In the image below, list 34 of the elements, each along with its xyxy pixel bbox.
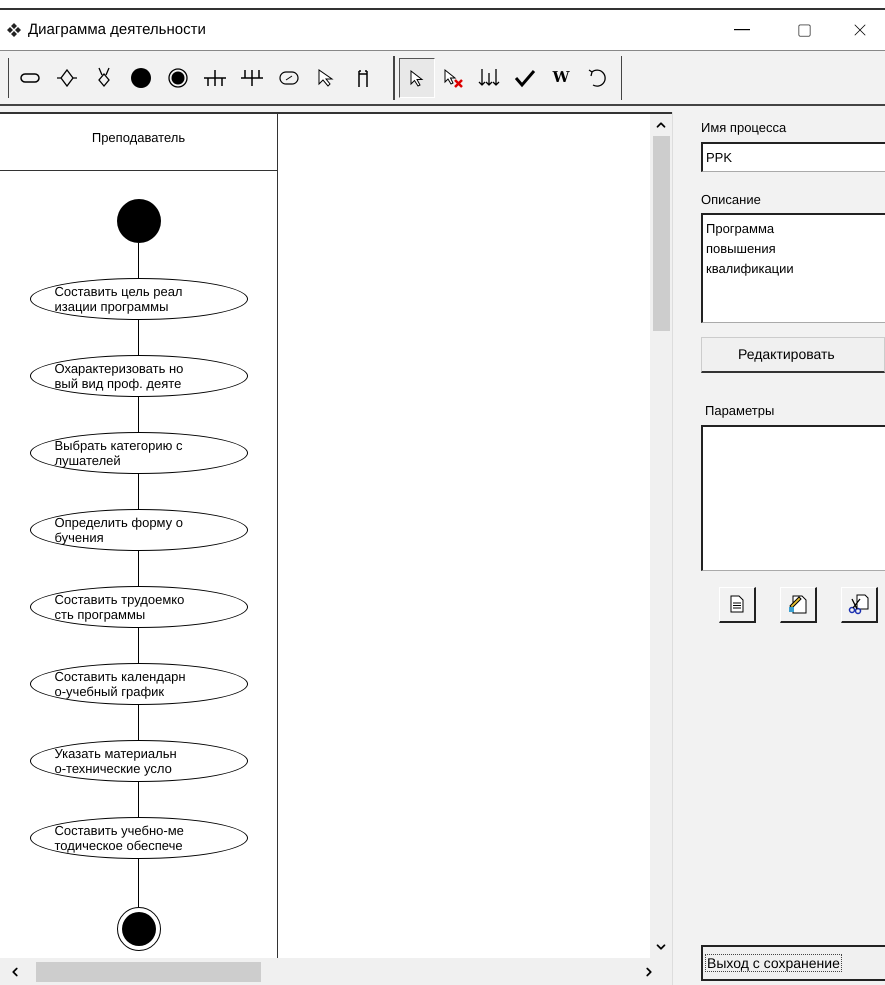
new-document-button[interactable] (719, 586, 756, 622)
parameters-list[interactable] (701, 424, 885, 570)
process-name-field[interactable]: PPK (701, 142, 885, 172)
scroll-thumb[interactable] (652, 136, 670, 331)
description-field[interactable]: Программа повышения квалификации (701, 213, 885, 323)
field-label: Описание (701, 190, 762, 208)
activity-node: Охарактеризовать но вый вид проф. деяте (30, 355, 248, 397)
edit-button[interactable]: Редактировать (701, 337, 885, 373)
scroll-thumb[interactable] (36, 962, 261, 982)
field-label: Параметры (705, 402, 776, 420)
field-label: Имя процесса (701, 119, 788, 137)
app-icon (6, 22, 22, 38)
maximize-icon (796, 22, 812, 38)
document-pencil-icon (787, 593, 809, 615)
document-icon (730, 595, 744, 613)
window-title: Диаграмма деятельности (28, 20, 206, 40)
save-exit-button[interactable]: Выход с сохранение (701, 945, 885, 981)
edit-document-button[interactable] (780, 586, 817, 622)
tool-button[interactable] (399, 58, 435, 98)
bold-letter-icon: W (552, 66, 570, 89)
activity-node: Указать материальн о-технические усло (30, 740, 248, 782)
activity-node: Составить учебно-ме тодическое обеспече (30, 817, 248, 859)
activity-node: Определить форму о бучения (30, 509, 248, 551)
cut-document-button[interactable] (841, 586, 878, 622)
activity-node: Выбрать категорию с лушателей (30, 432, 248, 474)
bullseye-icon (166, 66, 190, 90)
scissors-document-icon (848, 593, 870, 615)
activity-node: Составить календарн о-учебный график (30, 663, 248, 705)
lane-header: Преподаватель (0, 114, 277, 171)
tool-button[interactable]: W (543, 58, 579, 98)
activity-node: Составить цель реал изации программы (30, 278, 248, 320)
filled-circle-icon (129, 66, 153, 90)
minimize-icon (734, 29, 750, 31)
activity-node: Составить трудоемко сть программы (30, 586, 248, 628)
